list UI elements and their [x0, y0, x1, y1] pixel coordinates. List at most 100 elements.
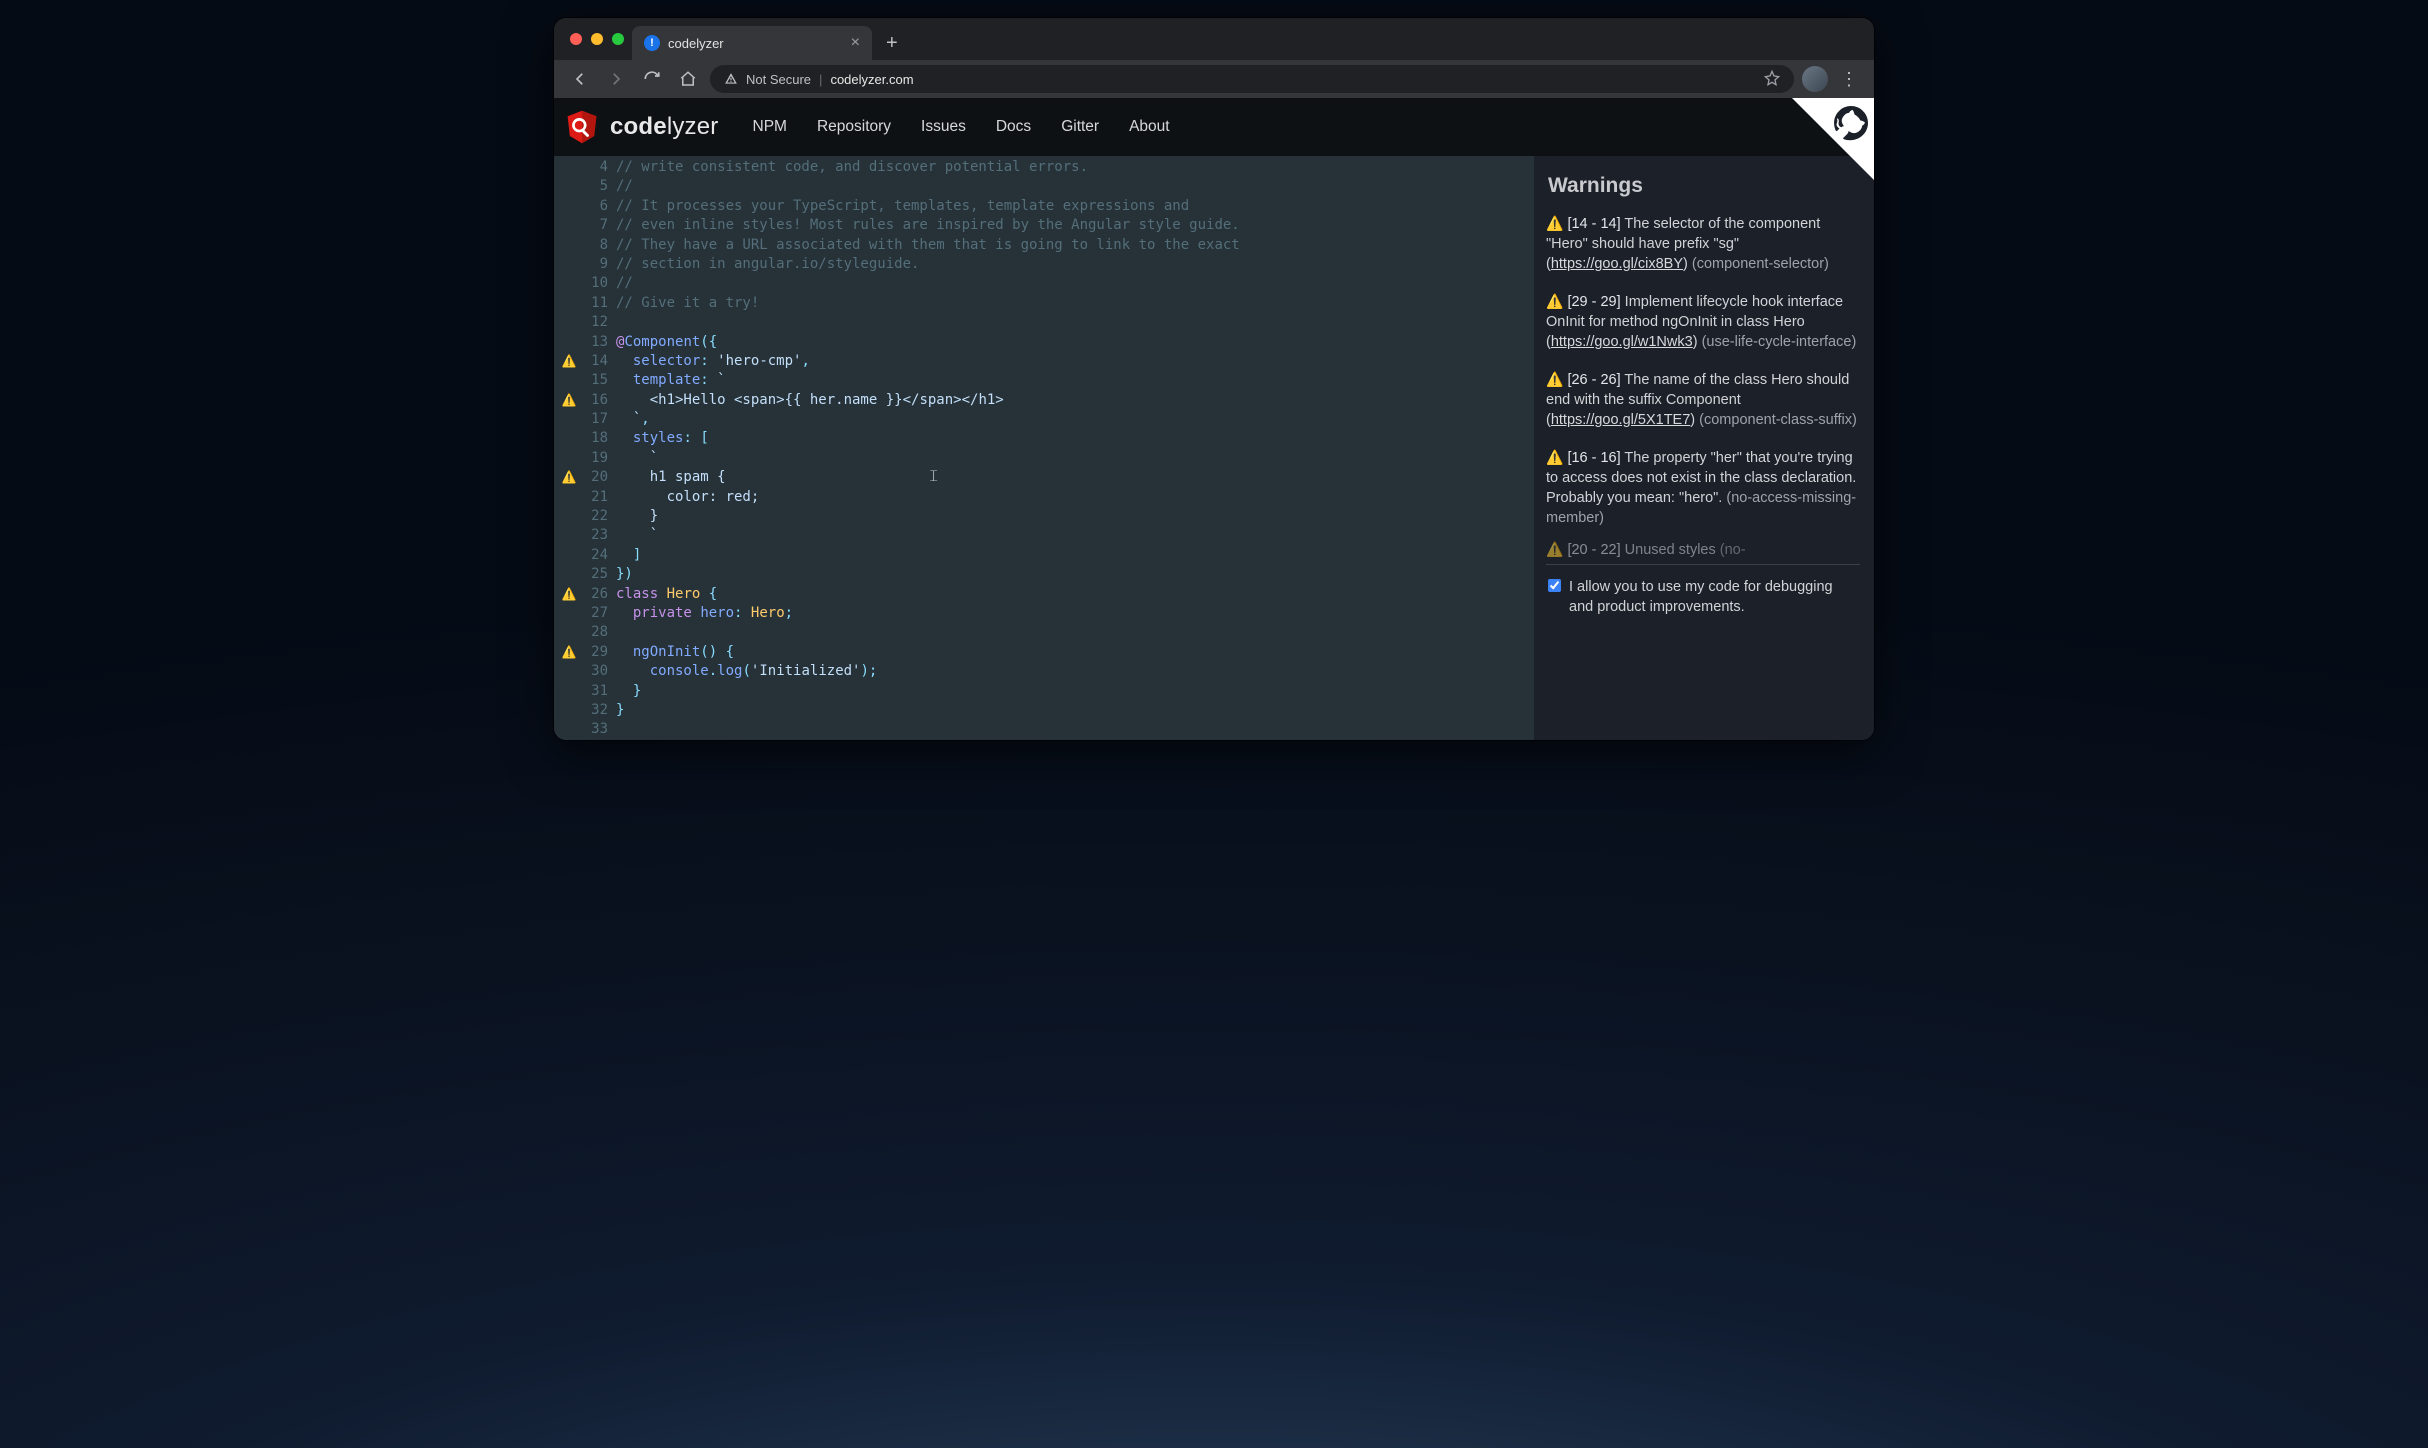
- nav-link-issues[interactable]: Issues: [921, 118, 966, 136]
- line-number: 5: [584, 177, 608, 196]
- warning-icon: ⚠️: [1546, 215, 1563, 231]
- warning-item[interactable]: ⚠️[14 - 14] The selector of the componen…: [1546, 214, 1860, 274]
- line-number: 7: [584, 216, 608, 235]
- warning-icon: ⚠️: [1546, 541, 1563, 557]
- warning-gutter-icon[interactable]: ⚠️: [562, 352, 577, 371]
- forward-button[interactable]: [602, 65, 630, 93]
- maximize-window-icon[interactable]: [612, 33, 624, 45]
- code-line[interactable]: // It processes your TypeScript, templat…: [616, 197, 1534, 216]
- line-number: 14: [584, 352, 608, 371]
- browser-menu-icon[interactable]: ⋮: [1836, 69, 1862, 90]
- line-number: 20: [584, 468, 608, 487]
- code-line[interactable]: `,: [616, 410, 1534, 429]
- warning-link[interactable]: https://goo.gl/cix8BY: [1551, 256, 1683, 272]
- code-line[interactable]: // section in angular.io/styleguide.: [616, 255, 1534, 274]
- close-tab-icon[interactable]: ×: [851, 35, 860, 51]
- nav-links: NPM Repository Issues Docs Gitter About: [753, 118, 1170, 136]
- back-button[interactable]: [566, 65, 594, 93]
- code-line[interactable]: private hero: Hero;: [616, 604, 1534, 623]
- omnibox[interactable]: Not Secure | codelyzer.com: [710, 65, 1794, 93]
- code-line[interactable]: <h1>Hello <span>{{ her.name }}</span></h…: [616, 391, 1534, 410]
- code-line[interactable]: }: [616, 682, 1534, 701]
- minimize-window-icon[interactable]: [591, 33, 603, 45]
- line-number: 27: [584, 604, 608, 623]
- line-number: 18: [584, 429, 608, 448]
- line-number: 12: [584, 313, 608, 332]
- warning-link[interactable]: https://goo.gl/w1Nwk3: [1551, 334, 1693, 350]
- code-line[interactable]: selector: 'hero-cmp',: [616, 352, 1534, 371]
- warning-item[interactable]: ⚠️[26 - 26] The name of the class Hero s…: [1546, 370, 1860, 430]
- warning-gutter-icon[interactable]: ⚠️: [562, 643, 577, 662]
- line-number: 23: [584, 526, 608, 545]
- browser-window: ! codelyzer × + Not Secure | codelyzer.c…: [554, 18, 1874, 740]
- browser-tab[interactable]: ! codelyzer ×: [632, 26, 872, 60]
- home-button[interactable]: [674, 65, 702, 93]
- code-line[interactable]: console.log('Initialized');: [616, 662, 1534, 681]
- line-number: 16: [584, 391, 608, 410]
- warnings-list: ⚠️[14 - 14] The selector of the componen…: [1546, 214, 1860, 560]
- code-editor[interactable]: ⚠️⚠️⚠️⚠️⚠️ 45678910111213141516171819202…: [554, 156, 1534, 740]
- new-tab-button[interactable]: +: [872, 26, 912, 60]
- code-line[interactable]: // They have a URL associated with them …: [616, 236, 1534, 255]
- warning-item[interactable]: ⚠️[29 - 29] Implement lifecycle hook int…: [1546, 292, 1860, 352]
- warning-item[interactable]: ⚠️[16 - 16] The property "her" that you'…: [1546, 448, 1860, 528]
- nav-link-repository[interactable]: Repository: [817, 118, 891, 136]
- line-number: 26: [584, 585, 608, 604]
- profile-avatar[interactable]: [1802, 66, 1828, 92]
- warning-link[interactable]: https://goo.gl/5X1TE7: [1551, 412, 1690, 428]
- code-line[interactable]: //: [616, 177, 1534, 196]
- code-line[interactable]: }: [616, 507, 1534, 526]
- consent-label[interactable]: I allow you to use my code for debugging…: [1569, 577, 1858, 617]
- consent-checkbox[interactable]: [1548, 579, 1561, 592]
- window-controls: [564, 18, 632, 60]
- code-line[interactable]: ngOnInit() {: [616, 643, 1534, 662]
- site-navbar: codelyzer NPM Repository Issues Docs Gitter A…: [554, 98, 1874, 156]
- warning-gutter-icon[interactable]: ⚠️: [562, 391, 577, 410]
- line-number: 9: [584, 255, 608, 274]
- code-line[interactable]: // write consistent code, and discover p…: [616, 158, 1534, 177]
- code-line[interactable]: `: [616, 526, 1534, 545]
- warning-gutter: ⚠️ ⚠️ ⚠️ ⚠️ ⚠️: [554, 158, 584, 740]
- code-line[interactable]: ]: [616, 546, 1534, 565]
- brand[interactable]: codelyzer: [564, 109, 719, 145]
- code-line[interactable]: styles: [: [616, 429, 1534, 448]
- warning-gutter-icon[interactable]: ⚠️: [562, 585, 577, 604]
- bookmark-icon[interactable]: [1764, 70, 1780, 89]
- line-number: 22: [584, 507, 608, 526]
- code-line[interactable]: //: [616, 274, 1534, 293]
- code-line[interactable]: }): [616, 565, 1534, 584]
- code-line[interactable]: }: [616, 701, 1534, 720]
- nav-link-about[interactable]: About: [1129, 118, 1170, 136]
- warning-gutter-icon[interactable]: ⚠️: [562, 468, 577, 487]
- code-line[interactable]: // even inline styles! Most rules are in…: [616, 216, 1534, 235]
- tab-title: codelyzer: [668, 36, 724, 51]
- reload-button[interactable]: [638, 65, 666, 93]
- nav-link-docs[interactable]: Docs: [996, 118, 1031, 136]
- code-line[interactable]: @Component({: [616, 333, 1534, 352]
- warning-icon: ⚠️: [1546, 371, 1563, 387]
- line-number: 13: [584, 333, 608, 352]
- code-line[interactable]: class Hero {: [616, 585, 1534, 604]
- code-body[interactable]: // write consistent code, and discover p…: [616, 158, 1534, 740]
- code-line[interactable]: // Give it a try!: [616, 294, 1534, 313]
- not-secure-icon: [724, 72, 738, 86]
- line-number: 8: [584, 236, 608, 255]
- brand-name: codelyzer: [610, 113, 719, 141]
- code-line[interactable]: `: [616, 449, 1534, 468]
- nav-link-npm[interactable]: NPM: [753, 118, 787, 136]
- code-line[interactable]: color: red;: [616, 488, 1534, 507]
- separator: |: [819, 72, 822, 87]
- line-number: 4: [584, 158, 608, 177]
- code-line[interactable]: [616, 720, 1534, 739]
- close-window-icon[interactable]: [570, 33, 582, 45]
- code-line[interactable]: [616, 623, 1534, 642]
- code-line[interactable]: h1 spam {: [616, 468, 1534, 487]
- line-number: 19: [584, 449, 608, 468]
- brand-logo-icon: [564, 109, 600, 145]
- line-number: 33: [584, 720, 608, 739]
- line-number: 32: [584, 701, 608, 720]
- nav-link-gitter[interactable]: Gitter: [1061, 118, 1099, 136]
- code-line[interactable]: template: `: [616, 371, 1534, 390]
- code-line[interactable]: [616, 313, 1534, 332]
- line-number: 21: [584, 488, 608, 507]
